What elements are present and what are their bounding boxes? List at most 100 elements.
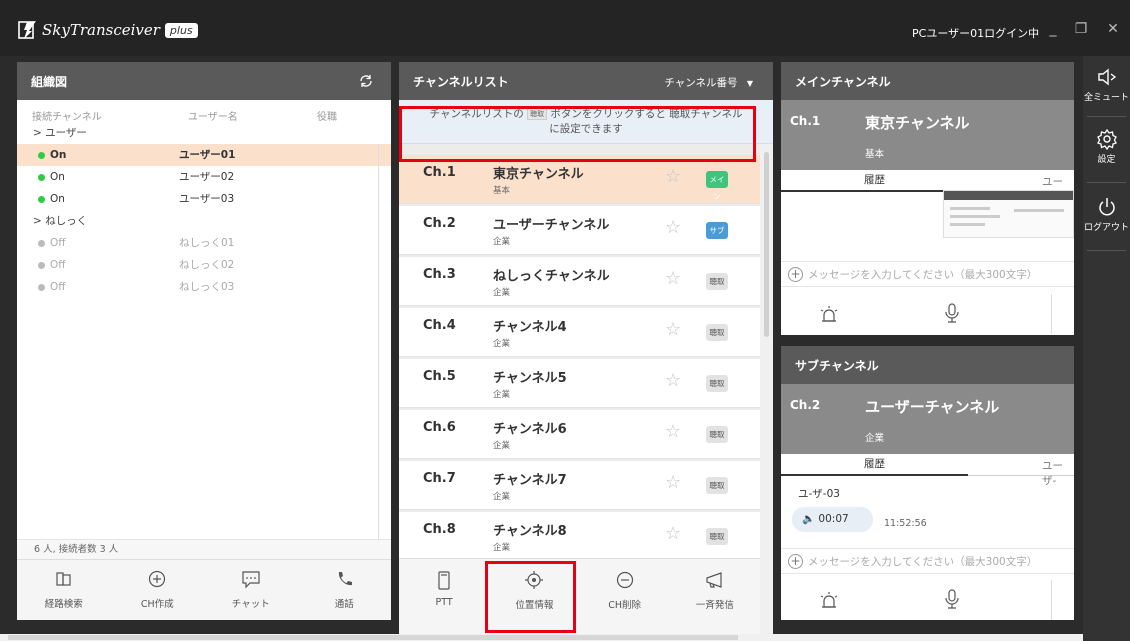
logout-button[interactable]: ログアウト (1083, 196, 1130, 233)
broadcast-button[interactable]: 一斉発信 (670, 559, 760, 634)
org-chart-header: 組織図 (17, 62, 391, 100)
add-attachment-icon[interactable]: + (788, 267, 803, 282)
channel-item[interactable]: Ch.3 ねしっくチャンネル 企業 ☆ 聴取 (399, 257, 760, 306)
channel-category: 企業 (493, 288, 511, 298)
remove-circle-icon (616, 571, 633, 589)
user-row[interactable]: On ユーザー01 (17, 144, 391, 166)
caret-down-icon: ▼ (746, 79, 753, 88)
scrollbar-thumb[interactable] (764, 152, 769, 337)
shared-image-thumbnail[interactable] (943, 190, 1074, 238)
location-callout-highlight (485, 561, 576, 633)
user-row[interactable]: Off ねしっく02 (17, 254, 391, 276)
star-icon[interactable]: ☆ (665, 219, 681, 237)
listen-button[interactable]: 聴取 (706, 273, 728, 290)
rail-divider (1087, 250, 1126, 251)
message-sender: ユ-ザ-03 (798, 488, 840, 500)
sub-channel-banner: Ch.2 ユーザーチャンネル 企業 (781, 384, 1074, 454)
sub-channel-title: サブチャンネル (795, 358, 879, 373)
sort-dropdown[interactable]: チャンネル番号 ▼ (664, 75, 753, 90)
microphone-icon[interactable] (944, 302, 960, 324)
channel-item[interactable]: Ch.2 ユーザーチャンネル 企業 ☆ サブ (399, 206, 760, 255)
chat-button[interactable]: チャット (204, 560, 298, 620)
right-rail: 全ミュート 設定 ログアウト (1083, 56, 1130, 641)
channel-item[interactable]: Ch.6 チャンネル6 企業 ☆ 聴取 (399, 410, 760, 459)
channel-name: チャンネル7 (493, 473, 567, 488)
refresh-icon[interactable] (358, 73, 374, 89)
horizontal-scrollbar[interactable] (0, 634, 1083, 641)
listen-button[interactable]: 聴取 (706, 324, 728, 341)
star-icon[interactable]: ☆ (665, 321, 681, 339)
close-button[interactable]: ✕ (1100, 18, 1126, 40)
message-placeholder: メッセージを入力してください（最大300文字） (808, 556, 1038, 568)
tool-label: 通話 (334, 599, 354, 610)
alarm-icon[interactable] (818, 304, 840, 324)
main-channel-title: メインチャンネル (795, 74, 891, 89)
star-icon[interactable]: ☆ (665, 168, 681, 186)
group-label: ユーザー (45, 127, 87, 139)
settings-button[interactable]: 設定 (1083, 128, 1130, 165)
tab-history[interactable]: 履歴 (781, 170, 968, 192)
group-row-users[interactable]: > ユーザー (17, 122, 391, 144)
action-divider (1051, 294, 1052, 334)
tab-users[interactable]: ユーザ- (1042, 458, 1074, 488)
user-row[interactable]: On ユーザー02 (17, 166, 391, 188)
main-channel-button[interactable]: メイン (706, 171, 728, 201)
user-name: ユーザー01 (179, 149, 236, 161)
route-search-icon (56, 572, 71, 586)
user-row[interactable]: On ユーザー03 (17, 188, 391, 210)
rail-divider (1087, 116, 1126, 117)
online-status-icon (38, 152, 45, 159)
channel-category: 企業 (493, 492, 511, 502)
tab-history[interactable]: 履歴 (781, 454, 968, 476)
mute-all-button[interactable]: 全ミュート (1083, 66, 1130, 103)
megaphone-icon (706, 572, 722, 588)
delete-channel-button[interactable]: CH削除 (580, 559, 670, 634)
user-status: Off (50, 259, 66, 271)
listen-button[interactable]: 聴取 (706, 375, 728, 392)
star-icon[interactable]: ☆ (665, 525, 681, 543)
channel-number: Ch.4 (423, 318, 456, 333)
channel-item[interactable]: Ch.5 チャンネル5 企業 ☆ 聴取 (399, 359, 760, 408)
user-row[interactable]: Off ねしっく03 (17, 276, 391, 298)
microphone-icon[interactable] (944, 588, 960, 610)
sub-channel-button[interactable]: サブ (706, 222, 728, 239)
call-button[interactable]: 通話 (298, 560, 392, 620)
org-scrollbar[interactable] (378, 144, 379, 584)
user-row[interactable]: Off ねしっく01 (17, 232, 391, 254)
channel-list-scrollbar[interactable] (760, 144, 773, 634)
create-channel-button[interactable]: CH作成 (111, 560, 205, 620)
channel-number: Ch.1 (423, 165, 456, 180)
title-bar: SkyTransceiver plus PCユーザー01ログイン中 _ ❐ ✕ (0, 0, 1130, 56)
tool-label: PTT (435, 597, 453, 608)
offline-status-icon (38, 262, 45, 269)
main-channel-tabs: 履歴 ユーザ- (781, 170, 1074, 203)
maximize-button[interactable]: ❐ (1068, 18, 1094, 40)
scrollbar-thumb[interactable] (8, 635, 738, 640)
star-icon[interactable]: ☆ (665, 423, 681, 441)
main-message-input[interactable]: + メッセージを入力してください（最大300文字） (781, 261, 1074, 287)
star-icon[interactable]: ☆ (665, 474, 681, 492)
listen-button[interactable]: 聴取 (706, 477, 728, 494)
sub-message-input[interactable]: + メッセージを入力してください（最大300文字） (781, 548, 1074, 574)
channel-item[interactable]: Ch.8 チャンネル8 企業 ☆ 聴取 (399, 512, 760, 561)
tool-label: チャット (231, 599, 270, 610)
app-title: SkyTransceiver (42, 21, 160, 39)
ptt-button[interactable]: PTT (399, 559, 489, 634)
rail-label: ログアウト (1083, 223, 1129, 233)
route-search-button[interactable]: 経路検索 (17, 560, 111, 620)
thumbnail-line (950, 207, 990, 210)
star-icon[interactable]: ☆ (665, 270, 681, 288)
listen-button[interactable]: 聴取 (706, 426, 728, 443)
main-channel-header: メインチャンネル (781, 62, 1074, 100)
alarm-icon[interactable] (818, 590, 840, 610)
voice-message[interactable]: 🔈 00:07 (792, 507, 873, 532)
channel-item[interactable]: Ch.7 チャンネル7 企業 ☆ 聴取 (399, 461, 760, 510)
channel-item[interactable]: Ch.1 東京チャンネル 基本 ☆ メイン (399, 155, 760, 204)
listen-button[interactable]: 聴取 (706, 528, 728, 545)
add-attachment-icon[interactable]: + (788, 554, 803, 569)
minimize-button[interactable]: _ (1040, 18, 1066, 40)
user-status: Off (50, 281, 66, 293)
star-icon[interactable]: ☆ (665, 372, 681, 390)
channel-item[interactable]: Ch.4 チャンネル4 企業 ☆ 聴取 (399, 308, 760, 357)
group-row-neshikku[interactable]: > ねしっく (17, 210, 391, 232)
